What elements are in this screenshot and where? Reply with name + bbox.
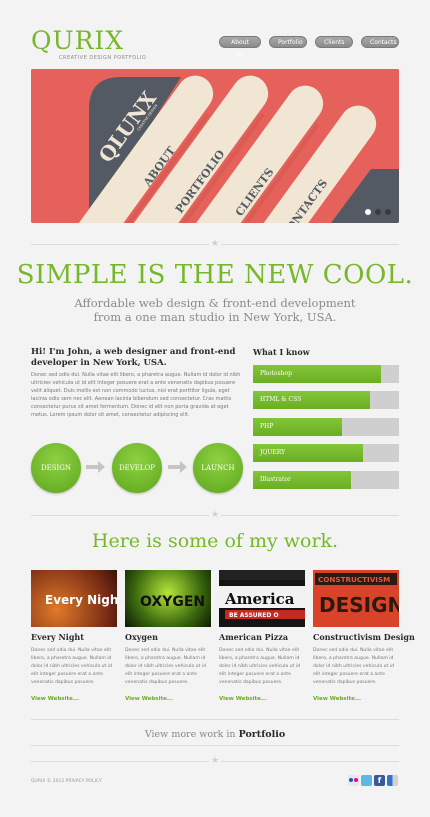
- project-description: Donec sed odio dui. Nulla vitae elit lib…: [31, 648, 113, 686]
- arrow-right-icon: [168, 461, 187, 473]
- project-description: Donec sed odio dui. Nulla vitae elit lib…: [219, 648, 301, 686]
- twitter-icon[interactable]: [361, 775, 372, 786]
- slider-graphic: QLUNX CREATIVE DESIGN ABOUT PORTFOLIO CL…: [31, 69, 399, 223]
- thumb-sub: BE ASSURED O: [229, 612, 279, 619]
- project-thumb-oxygen[interactable]: OXYGEN: [125, 570, 211, 627]
- flickr-icon[interactable]: [348, 775, 359, 786]
- project-thumb-constructivism[interactable]: CONSTRUCTIVISM DESIGN: [313, 570, 399, 627]
- thumb-graphic: Every Night!: [45, 593, 117, 607]
- process-design: DESIGN: [31, 443, 81, 493]
- skill-bar: Photoshop: [253, 365, 399, 383]
- project-title[interactable]: American Pizza: [219, 632, 288, 642]
- thumb-text: Every Night!: [45, 593, 117, 607]
- thumb-sub: DESIGN: [319, 593, 399, 617]
- project-thumb-american-pizza[interactable]: America BE ASSURED O: [219, 570, 305, 627]
- nav-about-me[interactable]: About Me: [219, 36, 261, 58]
- work-title: Here is some of my work.: [91, 530, 339, 552]
- view-more-prefix: View more work in: [144, 729, 239, 740]
- arrow-right-icon: [86, 461, 105, 473]
- footer-copyright: QURIX © 2012 PRIVACY POLICY: [31, 779, 102, 784]
- skill-bar: JQUERY: [253, 444, 399, 462]
- project-title[interactable]: Constructivism Design: [313, 632, 415, 642]
- skill-bar: HTML & CSS: [253, 391, 399, 409]
- logo[interactable]: QURIX CREATIVE DESIGN PORTFOLIO: [31, 26, 147, 62]
- logo-tagline: CREATIVE DESIGN PORTFOLIO: [59, 55, 147, 61]
- project-title[interactable]: Oxygen: [125, 632, 158, 642]
- skill-label: HTML & CSS: [260, 396, 302, 403]
- divider: [31, 719, 399, 720]
- skill-label: Photoshop: [260, 370, 292, 377]
- thumb-graphic: CONSTRUCTIVISM DESIGN: [313, 570, 399, 627]
- skills-title: What I know: [253, 347, 310, 357]
- intro-body: Donec sed odio dui. Nulla vitae elit lib…: [31, 372, 241, 419]
- skill-label: PHP: [260, 423, 274, 430]
- thumb-text: CONSTRUCTIVISM: [318, 575, 390, 584]
- slider-dot[interactable]: [385, 209, 391, 215]
- skill-label: Illustrator: [260, 476, 291, 483]
- star-icon: ★: [209, 756, 221, 766]
- main-nav: About Me Portfolio Clients Contacts: [219, 36, 399, 58]
- thumb-graphic: OXYGEN: [140, 594, 205, 610]
- hero-slider[interactable]: QLUNX CREATIVE DESIGN ABOUT PORTFOLIO CL…: [31, 69, 399, 223]
- divider: [31, 745, 399, 746]
- hero-subline: Affordable web design & front-end develo…: [74, 296, 356, 324]
- thumb-text: OXYGEN: [140, 594, 205, 610]
- nav-clients[interactable]: Clients: [315, 36, 353, 48]
- skill-bar: PHP: [253, 418, 399, 436]
- view-website-link[interactable]: View Website...: [219, 696, 267, 702]
- project-description: Donec sed odio dui. Nulla vitae elit lib…: [313, 648, 395, 686]
- facebook-icon[interactable]: f: [374, 775, 385, 786]
- nav-portfolio[interactable]: Portfolio: [269, 36, 307, 48]
- star-icon: ★: [209, 510, 221, 520]
- portfolio-link[interactable]: Portfolio: [239, 729, 286, 740]
- skill-label: JQUERY: [260, 449, 286, 456]
- hero-headline: SIMPLE IS THE NEW COOL.: [16, 260, 414, 290]
- nav-contacts[interactable]: Contacts: [361, 36, 399, 48]
- skill-bar: Illustrator: [253, 471, 399, 489]
- project-thumb-every-night[interactable]: Every Night!: [31, 570, 117, 627]
- thumb-graphic: America BE ASSURED O: [219, 570, 305, 619]
- view-website-link[interactable]: View Website...: [31, 696, 79, 702]
- thumb-text: America: [224, 590, 295, 608]
- view-more-work: View more work in Portfolio: [0, 729, 430, 740]
- social-links: f: [348, 775, 398, 786]
- star-icon: ★: [209, 239, 221, 249]
- view-website-link[interactable]: View Website...: [313, 696, 361, 702]
- process-develop: DEVELOP: [112, 443, 162, 493]
- view-website-link[interactable]: View Website...: [125, 696, 173, 702]
- delicious-icon[interactable]: [387, 775, 398, 786]
- slider-dot[interactable]: [375, 209, 381, 215]
- intro-title: Hi! I'm John, a web designer and front-e…: [31, 347, 236, 368]
- slider-dot[interactable]: [365, 209, 371, 215]
- project-description: Donec sed odio dui. Nulla vitae elit lib…: [125, 648, 207, 686]
- project-title[interactable]: Every Night: [31, 632, 84, 642]
- process-launch: LAUNCH: [193, 443, 243, 493]
- slider-pagination: [365, 209, 391, 215]
- logo-text: QURIX: [31, 26, 125, 55]
